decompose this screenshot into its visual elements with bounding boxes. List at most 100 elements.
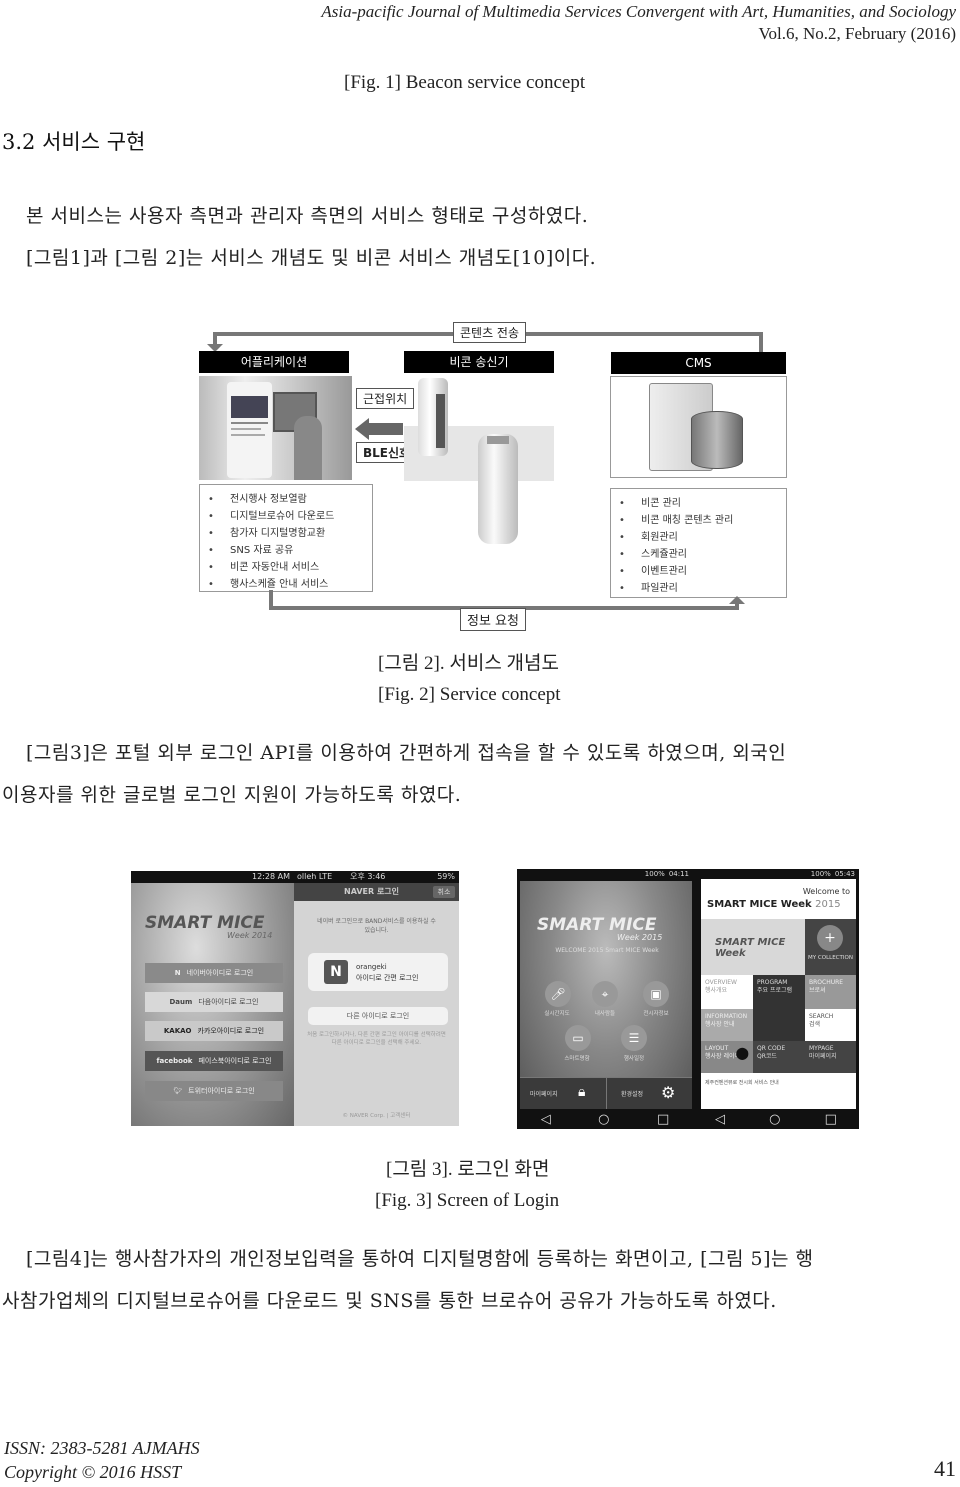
- cms-feature-item: 이벤트관리: [619, 563, 786, 580]
- smart-mice-logo: SMART MICE: [537, 915, 657, 935]
- bottom-arrow-head: [729, 596, 745, 604]
- column-title-cms: CMS: [611, 352, 786, 374]
- screen-home-2015: 05:43 100% Welcome to SMART MICE Week 201…: [693, 869, 859, 1129]
- logo-subtitle: Week 2015: [617, 933, 663, 942]
- cms-feature-item: 비콘 관리: [619, 495, 786, 512]
- back-icon[interactable]: ◁: [541, 1112, 551, 1127]
- overview-tile[interactable]: OVERVIEW 행사개요: [701, 975, 753, 1009]
- fig2-caption-ko: [그림 2]. 서비스 개념도: [378, 653, 559, 674]
- paragraph-3-line-1: [그림4]는 행사참가자의 개인정보입력을 통하여 디지털명함에 등록하는 화면…: [26, 1248, 814, 1270]
- cms-feature-item: 스케쥴관리: [619, 546, 786, 563]
- menu-label: 행사일정: [623, 1056, 645, 1062]
- menu-label: 전시자정보: [643, 1011, 669, 1017]
- info-request-label: 정보 요청: [460, 608, 526, 631]
- cms-feature-item: 비콘 매칭 콘텐츠 관리: [619, 512, 786, 529]
- kakao-login-button[interactable]: KAKAO 카카오아이디로 로그인: [145, 1021, 283, 1041]
- brochure-tile[interactable]: BROCHURE 브로셔: [805, 975, 856, 1009]
- status-bar: 05:43 100%: [693, 869, 859, 879]
- cms-features-list: 비콘 관리 비콘 매칭 콘텐츠 관리 회원관리 스케쥴관리 이벤트관리 파일관리: [610, 488, 787, 598]
- other-id-login-button[interactable]: 다른 아이디로 로그인: [308, 1007, 448, 1025]
- section-heading: 3.2 서비스 구현: [2, 130, 146, 154]
- database-icon: [691, 411, 743, 469]
- information-tile[interactable]: INFORMATION 행사장 안내: [701, 1009, 753, 1041]
- home-icon[interactable]: ○: [769, 1112, 780, 1127]
- paragraph-2-line-1: [그림3]은 포털 외부 로그인 API를 이용하여 간편하게 접속을 할 수 …: [26, 742, 787, 764]
- welcome-banner: Welcome to SMART MICE Week 2015: [701, 879, 856, 919]
- daum-login-button[interactable]: Daum 다음아이디로 로그인: [145, 992, 283, 1012]
- mypage-button[interactable]: 마이페이지 🔒︎: [520, 1077, 607, 1110]
- fig3-caption-en: [Fig. 3] Screen of Login: [375, 1190, 560, 1211]
- fig2-caption-en: [Fig. 2] Service concept: [378, 684, 561, 705]
- journal-volume: Vol.6, No.2, February (2016): [758, 24, 956, 43]
- home-icon[interactable]: ○: [598, 1112, 609, 1127]
- list-icon[interactable]: ☰: [621, 1025, 647, 1051]
- status-bar: olleh LTE 오후 3:46 59%: [294, 871, 459, 883]
- business-card-icon[interactable]: ▭: [565, 1025, 591, 1051]
- back-icon[interactable]: ◁: [715, 1112, 725, 1127]
- gear-icon: ⚙: [661, 1083, 676, 1102]
- visitor-image: [294, 416, 322, 480]
- copyright: Copyright © 2016 HSST: [4, 1462, 182, 1482]
- column-title-application: 어플리케이션: [199, 351, 349, 373]
- recents-icon[interactable]: □: [657, 1112, 669, 1127]
- map-pin-icon: ⬤: [735, 1046, 749, 1060]
- fig3-caption-ko: [그림 3]. 로그인 화면: [386, 1159, 550, 1180]
- signal-arrow-body: [369, 423, 403, 435]
- issn: ISSN: 2383-5281 AJMAHS: [4, 1438, 200, 1458]
- lock-icon: 🔒︎: [578, 1084, 586, 1100]
- beacon-photo: [404, 376, 554, 546]
- naver-n-icon: N: [324, 960, 348, 984]
- android-nav-bar: ◁ ○ □: [693, 1109, 859, 1129]
- column-title-beacon: 비콘 송신기: [404, 351, 554, 373]
- fig1-caption: [Fig. 1] Beacon service concept: [344, 72, 586, 93]
- help-text: 처음 로그인하시거나, 다른 간편 로그인 아이디를 선택하려면 다른 아이디로…: [307, 1032, 446, 1046]
- quick-login-button[interactable]: N orangeki 아이디로 간편 로그인: [308, 953, 448, 991]
- signal-arrow-head: [355, 418, 369, 440]
- screen-icon[interactable]: ▣: [643, 981, 669, 1007]
- app-feature-item: 비콘 자동안내 서비스: [208, 559, 372, 576]
- naver-login-button[interactable]: N 네이버아이디로 로그인: [145, 963, 283, 983]
- facebook-login-button[interactable]: facebook 페이스북아이디로 로그인: [145, 1051, 283, 1071]
- menu-label: 실시간지도: [544, 1011, 570, 1017]
- map-pin-icon[interactable]: ⌖: [592, 981, 618, 1007]
- cms-feature-item: 파일관리: [619, 580, 786, 597]
- journal-title: Asia-pacific Journal of Multimedia Servi…: [321, 2, 956, 21]
- app-feature-item: SNS 자료 공유: [208, 542, 372, 559]
- paragraph-1-line-2: [그림1]과 [그림 2]는 서비스 개념도 및 비콘 서비스 개념도[10]이…: [26, 247, 597, 269]
- add-document-icon: +: [817, 925, 843, 951]
- twitter-bird-icon: 🐦︎: [173, 1087, 183, 1095]
- paragraph-2-line-2: 이용자를 위한 글로벌 로그인 지원이 가능하도록 하였다.: [2, 784, 462, 806]
- mic-icon[interactable]: 🎤︎: [545, 981, 571, 1007]
- screen-main-2015: 04:11 100% SMART MICE Week 2015 WELCOME 2…: [517, 869, 693, 1129]
- search-tile[interactable]: SEARCH 검색: [805, 1009, 856, 1041]
- beacon-device-1: [418, 378, 448, 456]
- twitter-login-button[interactable]: 🐦︎ 트위터아이디로 로그인: [145, 1081, 283, 1101]
- status-bar: 12:28 AM: [131, 871, 294, 883]
- settings-button[interactable]: 환경설정 ⚙: [607, 1077, 692, 1110]
- layout-tile[interactable]: LAYOUT 행사장 레이아웃 ⬤: [701, 1041, 753, 1073]
- screen-naver-login: olleh LTE 오후 3:46 59% NAVER 로그인 취소 네이버 로그인…: [294, 871, 459, 1126]
- logo-tile: SMART MICE Week: [701, 919, 805, 975]
- mypage-tile[interactable]: MYPAGE 마이페이지: [805, 1041, 856, 1073]
- app-feature-item: 전시행사 정보열람: [208, 491, 372, 508]
- account-id: orangeki: [356, 963, 387, 971]
- smartphone-image: [227, 382, 272, 478]
- naver-notice: 네이버 로그인으로 BAND서비스를 이용하실 수 있습니다.: [317, 918, 436, 934]
- paragraph-3-line-2: 사참가업체의 디지털브로슈어를 다운로드 및 SNS를 통한 브로슈어 공유가 …: [2, 1290, 777, 1312]
- program-tile[interactable]: PROGRAM 주요 프로그램: [753, 975, 805, 1041]
- app-feature-item: 참가자 디지털명함교환: [208, 525, 372, 542]
- status-bar: 04:11 100%: [517, 869, 693, 879]
- menu-label: 내사람들: [594, 1011, 616, 1017]
- cancel-button[interactable]: 취소: [433, 886, 455, 898]
- my-collection-tile[interactable]: + MY COLLECTION: [805, 919, 856, 975]
- qr-code-tile[interactable]: QR CODE QR코드: [753, 1041, 805, 1073]
- smart-mice-logo: SMART MICE: [145, 913, 265, 933]
- screen-login-2014: 12:28 AM SMART MICE Week 2014 N 네이버아이디로 로…: [131, 871, 294, 1126]
- app-feature-item: 행사스케쥴 안내 서비스: [208, 576, 372, 593]
- menu-label: 스마트명함: [564, 1056, 590, 1062]
- android-nav-bar: ◁ ○ □: [517, 1109, 693, 1129]
- figure-2-service-concept: 콘텐츠 전송 어플리케이션 비콘 송신기 CMS 근접위치 BLE신호 • 전시…: [195, 318, 790, 633]
- logo-subtitle: Week 2014: [227, 931, 273, 940]
- welcome-text: WELCOME 2015 Smart MICE Week: [555, 947, 659, 954]
- recents-icon[interactable]: □: [825, 1112, 837, 1127]
